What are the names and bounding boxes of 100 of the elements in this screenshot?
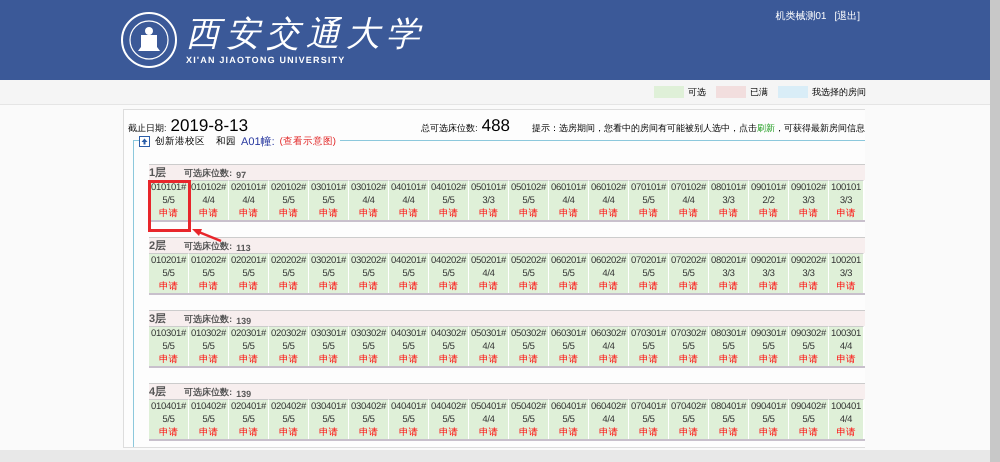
apply-link[interactable]: 申请	[678, 280, 698, 293]
room-number: 020101#	[231, 181, 266, 194]
apply-link[interactable]: 申请	[318, 353, 338, 366]
apply-link[interactable]: 申请	[358, 353, 378, 366]
apply-link[interactable]: 申请	[158, 353, 178, 366]
room-number: 100201	[831, 254, 861, 267]
bed-count: 4/4	[840, 340, 852, 353]
legend-label: 我选择的房间	[812, 86, 866, 98]
apply-link[interactable]: 申请	[638, 280, 658, 293]
bed-count: 5/5	[282, 413, 295, 426]
apply-link[interactable]: 申请	[836, 426, 856, 439]
apply-link[interactable]: 申请	[718, 280, 738, 293]
apply-link[interactable]: 申请	[438, 207, 458, 220]
apply-link[interactable]: 申请	[438, 426, 458, 439]
university-name: 西安交通大学	[186, 15, 426, 55]
room-number: 010302#	[191, 327, 226, 340]
apply-link[interactable]: 申请	[758, 426, 778, 439]
apply-link[interactable]: 申请	[638, 426, 658, 439]
apply-link[interactable]: 申请	[398, 280, 418, 293]
apply-link[interactable]: 申请	[438, 353, 458, 366]
apply-link[interactable]: 申请	[638, 353, 658, 366]
apply-link[interactable]: 申请	[798, 280, 818, 293]
apply-link[interactable]: 申请	[798, 207, 818, 220]
apply-link[interactable]: 申请	[278, 280, 298, 293]
apply-link[interactable]: 申请	[198, 280, 218, 293]
apply-link[interactable]: 申请	[758, 280, 778, 293]
available-beds-count: 139	[236, 389, 252, 399]
apply-link[interactable]: 申请	[198, 353, 218, 366]
room-number: 030202#	[351, 254, 386, 267]
apply-link[interactable]: 申请	[238, 353, 258, 366]
apply-link[interactable]: 申请	[638, 207, 658, 220]
apply-link[interactable]: 申请	[358, 207, 378, 220]
legend-label: 已满	[750, 86, 768, 98]
apply-link[interactable]: 申请	[438, 280, 458, 293]
available-beds-label: 可选床位数:	[184, 313, 232, 326]
apply-link[interactable]: 申请	[278, 426, 298, 439]
apply-link[interactable]: 申请	[758, 353, 778, 366]
apply-link[interactable]: 申请	[558, 353, 578, 366]
apply-link[interactable]: 申请	[558, 426, 578, 439]
apply-link[interactable]: 申请	[478, 353, 498, 366]
apply-link[interactable]: 申请	[398, 207, 418, 220]
apply-link[interactable]: 申请	[678, 426, 698, 439]
apply-link[interactable]: 申请	[398, 353, 418, 366]
apply-link[interactable]: 申请	[678, 207, 698, 220]
apply-link[interactable]: 申请	[238, 280, 258, 293]
apply-link[interactable]: 申请	[518, 353, 538, 366]
bed-count: 5/5	[522, 267, 535, 280]
apply-link[interactable]: 申请	[158, 280, 178, 293]
apply-link[interactable]: 申请	[238, 426, 258, 439]
apply-link[interactable]: 申请	[318, 426, 338, 439]
apply-link[interactable]: 申请	[836, 353, 856, 366]
apply-link[interactable]: 申请	[358, 426, 378, 439]
apply-link[interactable]: 申请	[836, 207, 856, 220]
bed-count: 5/5	[362, 267, 375, 280]
apply-link[interactable]: 申请	[278, 207, 298, 220]
bed-count: 5/5	[202, 340, 215, 353]
apply-link[interactable]: 申请	[598, 280, 618, 293]
apply-link[interactable]: 申请	[558, 207, 578, 220]
apply-link[interactable]: 申请	[718, 207, 738, 220]
apply-link[interactable]: 申请	[518, 426, 538, 439]
apply-link[interactable]: 申请	[798, 426, 818, 439]
apply-link[interactable]: 申请	[478, 426, 498, 439]
apply-link[interactable]: 申请	[678, 353, 698, 366]
bed-count: 5/5	[522, 340, 535, 353]
apply-link[interactable]: 申请	[158, 426, 178, 439]
apply-link[interactable]: 申请	[758, 207, 778, 220]
apply-link[interactable]: 申请	[278, 353, 298, 366]
floor-name: 3层	[149, 312, 166, 326]
apply-link[interactable]: 申请	[598, 353, 618, 366]
apply-link[interactable]: 申请	[798, 353, 818, 366]
bed-count: 5/5	[442, 194, 455, 207]
logout-link[interactable]: [退出]	[834, 9, 860, 23]
apply-link[interactable]: 申请	[478, 280, 498, 293]
bed-count: 5/5	[642, 413, 655, 426]
bed-count: 5/5	[242, 340, 255, 353]
apply-link[interactable]: 申请	[598, 207, 618, 220]
room-number: 060202#	[591, 254, 626, 267]
bed-count: 5/5	[282, 340, 295, 353]
apply-link[interactable]: 申请	[518, 280, 538, 293]
apply-link[interactable]: 申请	[238, 207, 258, 220]
apply-link[interactable]: 申请	[398, 426, 418, 439]
apply-link[interactable]: 申请	[158, 207, 178, 220]
apply-link[interactable]: 申请	[598, 426, 618, 439]
bed-count: 4/4	[402, 194, 415, 207]
view-diagram-link[interactable]: (查看示意图)	[280, 135, 336, 148]
refresh-link[interactable]: 刷新	[757, 123, 775, 133]
apply-link[interactable]: 申请	[836, 280, 856, 293]
collapse-icon[interactable]	[139, 136, 150, 147]
apply-link[interactable]: 申请	[558, 280, 578, 293]
apply-link[interactable]: 申请	[198, 426, 218, 439]
apply-link[interactable]: 申请	[718, 426, 738, 439]
apply-link[interactable]: 申请	[478, 207, 498, 220]
apply-link[interactable]: 申请	[358, 280, 378, 293]
bed-count: 3/3	[802, 194, 815, 207]
apply-link[interactable]: 申请	[718, 353, 738, 366]
room-number: 020302#	[271, 327, 306, 340]
apply-link[interactable]: 申请	[318, 280, 338, 293]
apply-link[interactable]: 申请	[198, 207, 218, 220]
apply-link[interactable]: 申请	[318, 207, 338, 220]
apply-link[interactable]: 申请	[518, 207, 538, 220]
